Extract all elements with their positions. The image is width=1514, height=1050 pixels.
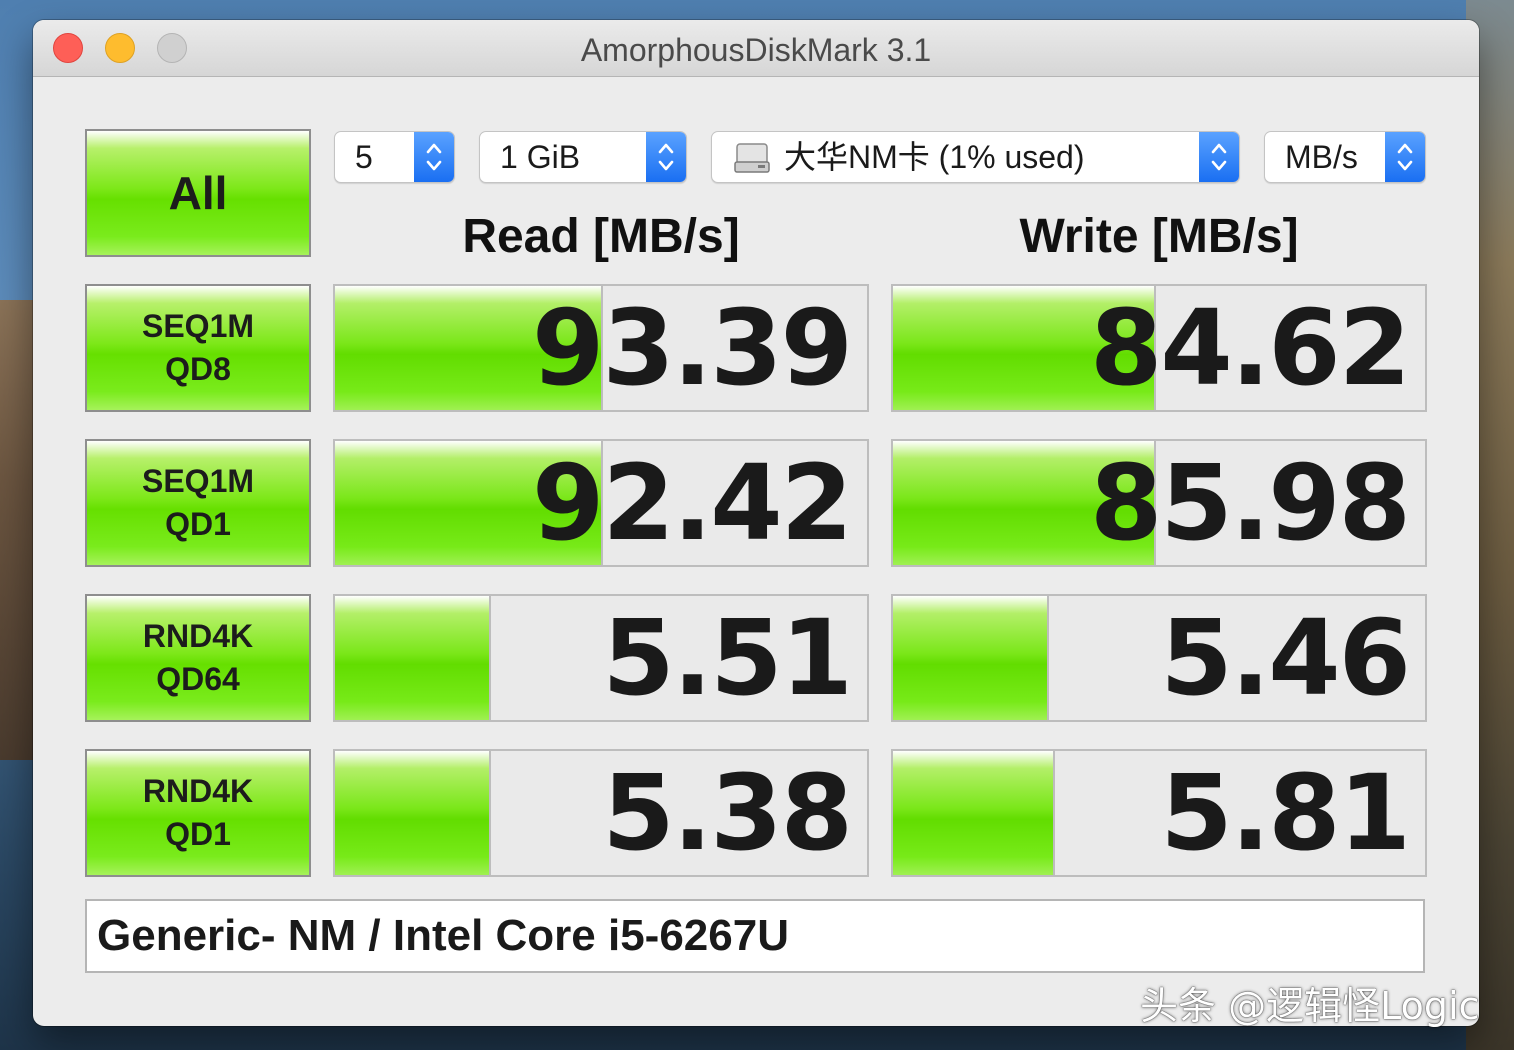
result-value: 85.98	[1090, 442, 1411, 564]
rnd4k-qd1-button[interactable]: RND4K QD1	[85, 749, 311, 877]
result-value: 5.51	[602, 597, 853, 719]
result-value: 5.38	[602, 752, 853, 874]
chevron-updown-icon	[1199, 132, 1239, 182]
window-title: AmorphousDiskMark 3.1	[580, 32, 932, 68]
chevron-updown-icon	[1385, 132, 1425, 182]
test-size-value: 1 GiB	[500, 139, 581, 175]
result-value: 5.81	[1160, 752, 1411, 874]
watermark: 头条 @逻辑怪Logic	[1140, 984, 1480, 1028]
result-value: 93.39	[532, 287, 853, 409]
drive-value: 大华NM卡 (1% used)	[784, 139, 1085, 175]
rnd4k-qd64-write-result: 5.46	[891, 594, 1427, 722]
result-value: 84.62	[1090, 287, 1411, 409]
result-value: 5.46	[1160, 597, 1411, 719]
result-bar	[893, 596, 1050, 720]
title-bar[interactable]: AmorphousDiskMark 3.1	[33, 20, 1479, 77]
rnd4k-qd1-write-result: 5.81	[891, 749, 1427, 877]
seq1m-qd1-read-result: 92.42	[333, 439, 869, 567]
write-column-header: Write [MB/s]	[1019, 210, 1299, 263]
test-size-select[interactable]: 1 GiB	[479, 131, 687, 183]
drive-select[interactable]: 大华NM卡 (1% used)	[711, 131, 1240, 183]
test-count-value: 5	[355, 139, 373, 175]
result-bar	[893, 751, 1055, 875]
system-info-field[interactable]: Generic- NM / Intel Core i5-6267U	[85, 899, 1425, 973]
seq1m-qd8-read-result: 93.39	[333, 284, 869, 412]
seq1m-qd8-write-result: 84.62	[891, 284, 1427, 412]
unit-select[interactable]: MB/s	[1264, 131, 1426, 183]
unit-value: MB/s	[1285, 139, 1358, 175]
chevron-updown-icon	[414, 132, 454, 182]
result-bar	[335, 596, 492, 720]
seq1m-qd8-button[interactable]: SEQ1M QD8	[85, 284, 311, 412]
test-count-select[interactable]: 5	[334, 131, 455, 183]
result-bar	[335, 751, 492, 875]
rnd4k-qd64-button[interactable]: RND4K QD64	[85, 594, 311, 722]
chevron-updown-icon	[646, 132, 686, 182]
seq1m-qd1-write-result: 85.98	[891, 439, 1427, 567]
all-button[interactable]: All	[85, 129, 311, 257]
result-value: 92.42	[532, 442, 853, 564]
read-column-header: Read [MB/s]	[462, 210, 740, 263]
app-window: AmorphousDiskMark 3.1 All 5 1 GiB 大华NM卡 …	[33, 20, 1479, 1026]
disk-drive-icon	[734, 143, 770, 173]
rnd4k-qd1-read-result: 5.38	[333, 749, 869, 877]
rnd4k-qd64-read-result: 5.51	[333, 594, 869, 722]
seq1m-qd1-button[interactable]: SEQ1M QD1	[85, 439, 311, 567]
